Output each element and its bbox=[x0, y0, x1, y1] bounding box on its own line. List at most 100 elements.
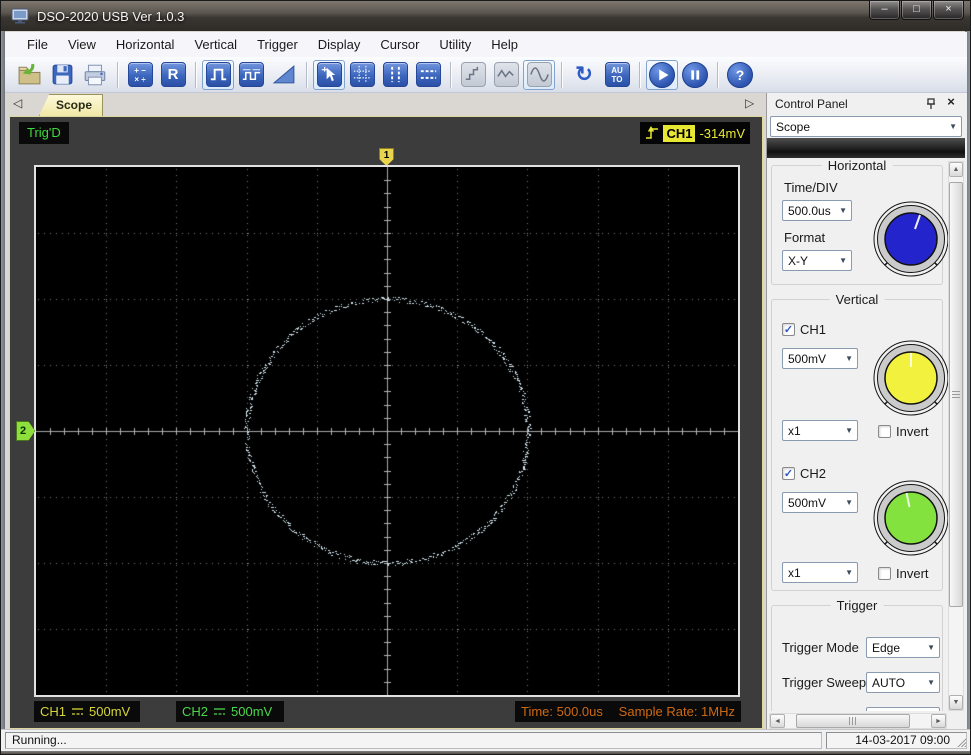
horizontal-knob[interactable] bbox=[872, 200, 948, 278]
help-button[interactable]: ? bbox=[724, 60, 756, 90]
chevron-down-icon: ▼ bbox=[839, 206, 847, 215]
ch1-probe-select[interactable]: x1 ▼ bbox=[782, 420, 858, 441]
trigger-mode-select[interactable]: Edge ▼ bbox=[866, 637, 940, 658]
pause-button[interactable] bbox=[679, 60, 711, 90]
status-datetime: 14-03-2017 09:00 bbox=[826, 732, 967, 749]
menu-cursor[interactable]: Cursor bbox=[370, 34, 429, 55]
ch1-enable-checkbox[interactable]: ✓ bbox=[782, 323, 795, 336]
horizontal-cursors-icon bbox=[415, 62, 441, 87]
horizontal-scroll-thumb[interactable] bbox=[796, 714, 910, 728]
control-panel-close-button[interactable]: × bbox=[943, 94, 959, 112]
ch1-label: CH1 bbox=[800, 322, 827, 337]
toolbar-separator bbox=[450, 61, 452, 88]
menu-trigger[interactable]: Trigger bbox=[247, 34, 308, 55]
status-text: Running... bbox=[5, 732, 822, 749]
ch2-enable-checkbox[interactable]: ✓ bbox=[782, 467, 795, 480]
autoset-button[interactable]: AU TO bbox=[601, 60, 633, 90]
menu-display[interactable]: Display bbox=[308, 34, 371, 55]
ch1-invert-label: Invert bbox=[896, 424, 929, 439]
refresh-button[interactable]: ↻ bbox=[568, 60, 600, 90]
scroll-down-icon[interactable]: ▼ bbox=[949, 695, 963, 710]
multi-pulse-button[interactable] bbox=[235, 60, 267, 90]
linear-interp-button[interactable] bbox=[490, 60, 522, 90]
tab-strip: ◁ Scope ▷ bbox=[5, 93, 765, 116]
ch1-invert-checkbox[interactable] bbox=[878, 425, 891, 438]
autoset-icon: AU TO bbox=[604, 62, 630, 87]
ramp-icon bbox=[272, 65, 294, 84]
close-button[interactable]: × bbox=[933, 1, 964, 20]
ch1-position-knob[interactable] bbox=[872, 339, 948, 417]
vertical-scroll-thumb[interactable] bbox=[949, 182, 963, 607]
horizontal-group: Horizontal Time/DIV 500.0us ▼ Format X-Y… bbox=[771, 159, 948, 285]
pin-icon[interactable] bbox=[923, 96, 939, 112]
scope-display bbox=[34, 165, 740, 697]
scope-panel: Trig'D CH1 -314mV 1 2 CH1 500mV CH2 500m… bbox=[9, 116, 763, 729]
menu-horizontal[interactable]: Horizontal bbox=[106, 34, 185, 55]
grid-cursor-button[interactable] bbox=[346, 60, 378, 90]
sine-interp-button[interactable] bbox=[523, 59, 555, 90]
open-button[interactable] bbox=[13, 60, 45, 90]
step-interp-button[interactable] bbox=[457, 60, 489, 90]
ch2-invert-label: Invert bbox=[896, 566, 929, 581]
minimize-button[interactable]: – bbox=[869, 1, 900, 20]
run-button[interactable] bbox=[646, 59, 678, 90]
panel-vertical-scrollbar[interactable]: ▲ ▼ bbox=[948, 161, 964, 711]
ch1-scale-select[interactable]: 500mV ▼ bbox=[782, 348, 858, 369]
tab-scroll-left-icon[interactable]: ◁ bbox=[13, 96, 22, 110]
linear-wave-icon bbox=[493, 62, 519, 87]
menu-utility[interactable]: Utility bbox=[429, 34, 481, 55]
ch1-position-marker[interactable]: 1 bbox=[379, 148, 394, 166]
reference-button[interactable]: R bbox=[157, 60, 189, 90]
trigger-source-label: Trigger Source bbox=[782, 710, 868, 711]
toolbar-separator bbox=[195, 61, 197, 88]
ch2-invert-checkbox[interactable] bbox=[878, 567, 891, 580]
ramp-button[interactable] bbox=[268, 60, 300, 90]
scroll-right-icon[interactable]: ► bbox=[931, 714, 946, 728]
resize-grip[interactable] bbox=[955, 736, 966, 747]
math-button[interactable]: + − × ÷ bbox=[124, 60, 156, 90]
scroll-left-icon[interactable]: ◄ bbox=[770, 714, 785, 728]
vertical-cursors-icon bbox=[382, 62, 408, 87]
cursor-select-button[interactable] bbox=[313, 59, 345, 90]
ch2-scale-select[interactable]: 500mV ▼ bbox=[782, 492, 858, 513]
tab-scope[interactable]: Scope bbox=[39, 94, 103, 116]
timediv-select[interactable]: 500.0us ▼ bbox=[782, 200, 852, 221]
menu-vertical[interactable]: Vertical bbox=[184, 34, 247, 55]
play-icon bbox=[649, 61, 675, 88]
trigger-channel-badge: CH1 bbox=[663, 124, 696, 142]
toolbar-separator bbox=[306, 61, 308, 88]
trigger-sweep-select[interactable]: AUTO ▼ bbox=[866, 672, 940, 693]
vertical-group: Vertical ✓ CH1 500mV ▼ x1 ▼ Invert ✓ CH2… bbox=[771, 292, 948, 591]
ch2-label: CH2 bbox=[800, 466, 827, 481]
ch2-position-marker[interactable]: 2 bbox=[16, 421, 35, 441]
step-wave-icon bbox=[460, 62, 486, 87]
menu-file[interactable]: File bbox=[17, 34, 58, 55]
printer-icon bbox=[84, 64, 106, 85]
pulse-wave-button[interactable] bbox=[202, 59, 234, 90]
panel-divider-bar bbox=[767, 138, 965, 158]
maximize-button[interactable]: □ bbox=[901, 1, 932, 20]
open-folder-icon bbox=[18, 63, 40, 85]
panel-mode-select[interactable]: Scope ▼ bbox=[770, 116, 962, 137]
print-button[interactable] bbox=[79, 60, 111, 90]
chevron-down-icon: ▼ bbox=[845, 568, 853, 577]
horizontal-cursors-button[interactable] bbox=[412, 60, 444, 90]
toolbar: + − × ÷ R ↻ AU TO ? bbox=[5, 57, 967, 93]
trigger-source-select[interactable]: ▼ bbox=[866, 707, 940, 711]
tab-scroll-right-icon[interactable]: ▷ bbox=[745, 96, 754, 110]
dc-coupling-icon bbox=[72, 708, 84, 715]
vertical-cursors-button[interactable] bbox=[379, 60, 411, 90]
format-select[interactable]: X-Y ▼ bbox=[782, 250, 852, 271]
panel-horizontal-scrollbar[interactable]: ◄ ► bbox=[769, 713, 947, 729]
trigger-heading: Trigger bbox=[830, 598, 884, 613]
menu-view[interactable]: View bbox=[58, 34, 106, 55]
save-button[interactable] bbox=[46, 60, 78, 90]
scroll-up-icon[interactable]: ▲ bbox=[949, 162, 963, 177]
ch2-probe-select[interactable]: x1 ▼ bbox=[782, 562, 858, 583]
toolbar-separator bbox=[561, 61, 563, 88]
rising-edge-icon bbox=[646, 126, 659, 139]
ch2-position-knob[interactable] bbox=[872, 479, 948, 557]
control-panel-title: Control Panel bbox=[775, 97, 848, 111]
horizontal-heading: Horizontal bbox=[821, 159, 893, 173]
menu-help[interactable]: Help bbox=[481, 34, 528, 55]
